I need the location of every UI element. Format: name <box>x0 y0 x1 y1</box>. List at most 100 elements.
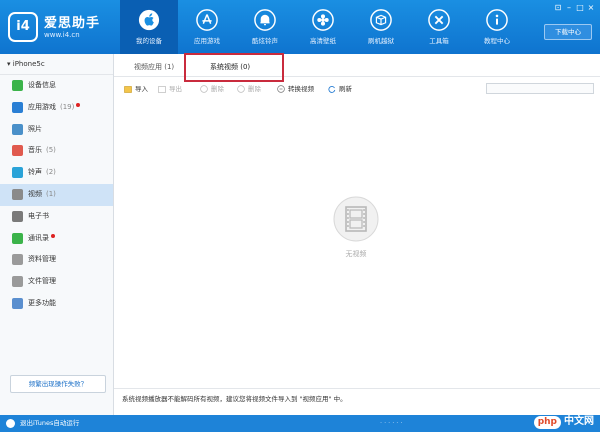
status-bar: 退出iTunes自动运行 ······ php 中文网 <box>0 415 600 432</box>
logo-mark: i4 <box>8 12 38 42</box>
nav-apps-games[interactable]: 应用游戏 <box>178 0 236 54</box>
more-icon <box>12 297 23 309</box>
refresh-label: 刷新 <box>339 85 352 93</box>
sidebar-item-label: 设备信息 <box>28 81 56 89</box>
sidebar-item-label: 视频 <box>28 189 42 198</box>
sidebar-item-label: 更多功能 <box>28 298 56 307</box>
nav-label: 酷炫铃声 <box>252 37 278 45</box>
delete-all-icon <box>237 85 245 93</box>
convert-icon <box>277 85 285 93</box>
nav-label: 教程中心 <box>484 37 510 45</box>
itunes-autorun-toggle[interactable]: 退出iTunes自动运行 <box>20 415 79 432</box>
delete-button[interactable]: 删除 <box>200 81 224 97</box>
nav-my-device[interactable]: 我的设备 <box>120 0 178 54</box>
minimize-icon[interactable]: – <box>564 3 574 12</box>
device-selector[interactable]: ▾ iPhone5c <box>0 54 113 75</box>
sidebar-item-data-management[interactable]: 资料管理 <box>0 249 113 271</box>
tab-video-apps[interactable]: 视频应用 (1) <box>134 59 174 75</box>
delete-all-label: 删除 <box>248 85 261 93</box>
video-icon <box>12 188 23 200</box>
export-button[interactable]: 导出 <box>158 81 182 97</box>
sidebar-list: 设备信息应用游戏 (19) 照片音乐 (5) 铃声 (2) 视频 (1) 电子书通讯录资料管理文… <box>0 75 113 315</box>
music-icon <box>12 145 23 157</box>
sidebar-item-apps-games[interactable]: 应用游戏 (19) <box>0 97 113 119</box>
app-store-icon <box>196 9 218 31</box>
sidebar-item-ringtones[interactable]: 铃声 (2) <box>0 162 113 184</box>
download-center-button[interactable]: 下载中心 <box>544 24 592 40</box>
sidebar-item-count: (1) <box>46 189 56 198</box>
notification-badge <box>51 233 55 238</box>
info-icon <box>12 80 23 91</box>
sidebar-item-videos[interactable]: 视频 (1) <box>0 183 113 206</box>
itunes-icon[interactable] <box>6 419 15 428</box>
sidebar-item-photos[interactable]: 照片 <box>0 119 113 141</box>
empty-message: 无视频 <box>345 250 367 258</box>
skin-icon[interactable]: ⊡ <box>553 3 563 12</box>
sidebar: ▾ iPhone5c 设备信息应用游戏 (19) 照片音乐 (5) 铃声 (2) 视频 (1)… <box>0 54 114 415</box>
info-icon <box>486 9 508 31</box>
refresh-button[interactable]: 刷新 <box>328 81 352 97</box>
feedback-button[interactable]: 频繁出现操作失败？ <box>10 375 106 393</box>
box-icon <box>370 9 392 31</box>
tab-system-videos[interactable]: 系统视频 (0) <box>210 59 250 75</box>
sidebar-item-device-info[interactable]: 设备信息 <box>0 75 113 97</box>
nav-ringtones[interactable]: 酷炫铃声 <box>236 0 294 54</box>
nav-label: 高清壁纸 <box>310 37 336 45</box>
sidebar-item-label: 资料管理 <box>28 255 56 264</box>
sidebar-item-music[interactable]: 音乐 (5) <box>0 140 113 162</box>
tab-bar: 视频应用 (1) 系统视频 (0) <box>114 54 600 77</box>
data-icon <box>12 254 23 266</box>
export-icon <box>158 86 166 93</box>
app-icon <box>12 101 23 113</box>
maximize-icon[interactable]: □ <box>575 3 585 12</box>
empty-state: 无视频 <box>316 196 396 259</box>
device-name: iPhone5c <box>12 60 45 68</box>
photo-icon <box>12 123 23 135</box>
status-dots: ······ <box>380 419 405 427</box>
nav-label: 我的设备 <box>136 37 162 45</box>
sidebar-item-more-functions[interactable]: 更多功能 <box>0 293 113 315</box>
sidebar-item-file-management[interactable]: 文件管理 <box>0 271 113 293</box>
flower-icon <box>312 9 334 31</box>
window-controls: ⊡ – □ × <box>552 3 596 13</box>
sidebar-item-ebooks[interactable]: 电子书 <box>0 206 113 228</box>
ringtone-icon <box>12 167 23 179</box>
notification-badge <box>76 102 81 107</box>
sidebar-item-label: 电子书 <box>28 211 49 220</box>
convert-video-label: 转换视频 <box>288 85 314 93</box>
convert-video-button[interactable]: 转换视频 <box>277 81 314 97</box>
delete-all-button[interactable]: 删除 <box>237 81 261 97</box>
file-icon <box>12 276 23 288</box>
nav-label: 应用游戏 <box>194 37 220 45</box>
film-icon <box>333 196 379 242</box>
sidebar-item-contacts[interactable]: 通讯录 <box>0 228 113 250</box>
app-logo: i4 爱思助手 www.i4.cn <box>8 10 120 44</box>
close-icon[interactable]: × <box>586 3 596 12</box>
sidebar-item-label: 应用游戏 <box>28 102 56 111</box>
app-name: 爱思助手 <box>44 16 101 31</box>
import-button[interactable]: 导入 <box>124 81 148 97</box>
sidebar-item-count: (19) <box>60 102 75 111</box>
search-input[interactable] <box>486 83 594 94</box>
contacts-icon <box>12 232 23 244</box>
tools-icon <box>428 9 450 31</box>
export-label: 导出 <box>169 85 182 93</box>
nav-tutorials[interactable]: 教程中心 <box>468 0 526 54</box>
import-label: 导入 <box>135 85 148 93</box>
nav-flash-jailbreak[interactable]: 刷机越狱 <box>352 0 410 54</box>
nav-toolbox[interactable]: 工具箱 <box>410 0 468 54</box>
sidebar-item-label: 通讯录 <box>28 233 49 242</box>
delete-icon <box>200 85 208 93</box>
nav-wallpapers[interactable]: 高清壁纸 <box>294 0 352 54</box>
watermark-brand: php <box>533 415 561 429</box>
nav-label: 工具箱 <box>429 37 449 45</box>
sidebar-item-label: 照片 <box>28 124 42 133</box>
delete-label: 删除 <box>211 85 224 93</box>
sidebar-item-label: 铃声 <box>28 168 42 177</box>
sidebar-item-count: (5) <box>46 146 56 155</box>
sidebar-item-label: 音乐 <box>28 146 42 155</box>
app-url: www.i4.cn <box>44 31 80 39</box>
notice-text: 系统视频播放器不能解码所有视频，建议您将视频文件导入到 "视频应用" 中。 <box>114 388 600 408</box>
sidebar-item-count: (2) <box>46 168 56 177</box>
sidebar-item-label: 文件管理 <box>28 277 56 286</box>
